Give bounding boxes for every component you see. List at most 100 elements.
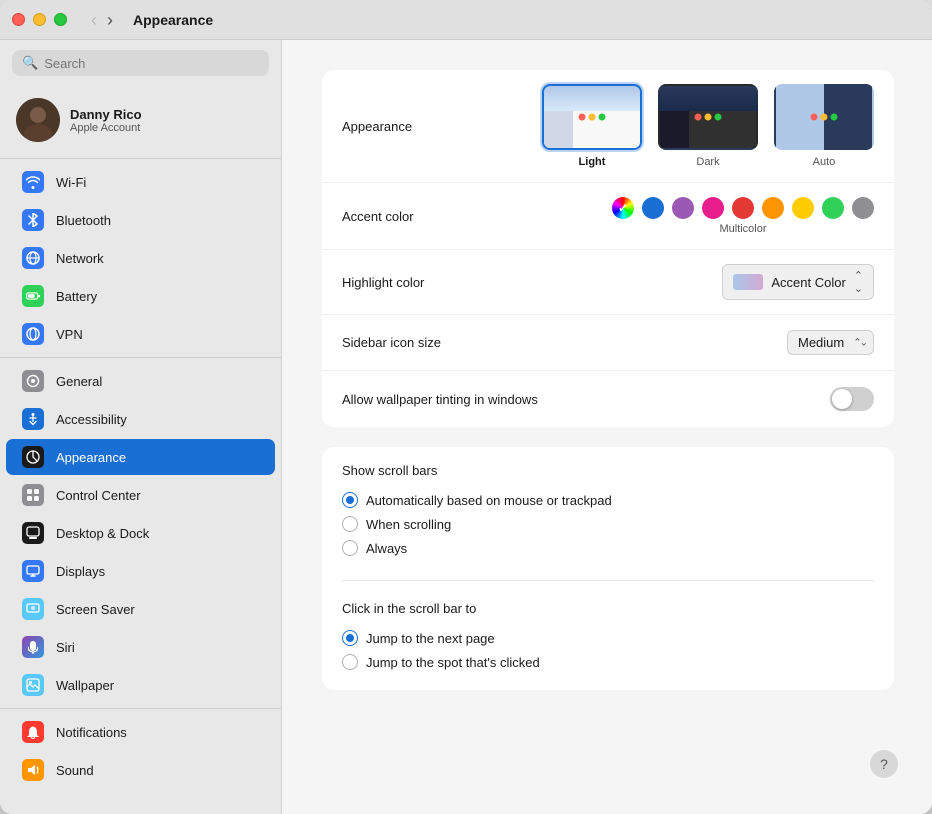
sidebar-item-wallpaper[interactable]: Wallpaper [6,667,275,703]
appearance-auto-option[interactable]: Auto [774,84,874,168]
accent-purple[interactable] [672,197,694,219]
show-scroll-bars-section: Show scroll bars Automatically based on … [322,447,894,576]
sidebar-item-wifi[interactable]: Wi-Fi [6,164,275,200]
accent-color-row: Accent color [322,183,894,250]
search-bar[interactable]: 🔍 [12,50,269,76]
auto-thumb [774,84,874,150]
scroll-when-scrolling-label: When scrolling [366,517,451,532]
dark-thumb [658,84,758,150]
main-content: Appearance [282,40,932,814]
sidebar-item-accessibility[interactable]: Accessibility [6,401,275,437]
scroll-when-scrolling-radio[interactable] [342,516,358,532]
accent-pink[interactable] [702,197,724,219]
window-title: Appearance [133,12,213,28]
sidebar-item-label-displays: Displays [56,564,105,579]
appearance-card: Appearance [322,70,894,427]
sidebar-item-label-battery: Battery [56,289,97,304]
sidebar-item-label-wifi: Wi-Fi [56,175,86,190]
sidebar-item-general[interactable]: General [6,363,275,399]
sidebar-item-label-wallpaper: Wallpaper [56,678,114,693]
accent-orange[interactable] [762,197,784,219]
main-wrapper: Appearance [282,40,932,814]
sidebar-icon-size-label: Sidebar icon size [342,335,542,350]
sidebar-item-appearance[interactable]: Appearance [6,439,275,475]
sidebar-item-sound[interactable]: Sound [6,752,275,788]
accessibility-icon [22,408,44,430]
sidebar-item-bluetooth[interactable]: Bluetooth [6,202,275,238]
sidebar-item-label-vpn: VPN [56,327,83,342]
scroll-always-option[interactable]: Always [342,536,874,560]
click-next-page-option[interactable]: Jump to the next page [342,626,874,650]
appearance-dark-option[interactable]: Dark [658,84,758,168]
sidebar-icon-size-select[interactable]: Small Medium Large [787,330,874,355]
appearance-light-option[interactable]: Light [542,84,642,168]
sidebar-item-label-desktopdock: Desktop & Dock [56,526,149,541]
accent-red[interactable] [732,197,754,219]
scroll-auto-radio[interactable] [342,492,358,508]
accent-color-control: Multicolor [542,197,874,235]
click-spot-radio[interactable] [342,654,358,670]
vpn-icon [22,323,44,345]
sidebar-divider-2 [0,357,281,358]
search-input[interactable] [44,56,259,71]
scroll-bars-card: Show scroll bars Automatically based on … [322,447,894,690]
scroll-auto-option[interactable]: Automatically based on mouse or trackpad [342,488,874,512]
highlight-color-control: Accent Color ⌃⌄ [542,264,874,300]
forward-button[interactable]: › [103,11,117,29]
minimize-button[interactable] [33,13,46,26]
user-subtitle: Apple Account [70,122,142,134]
accent-multicolor[interactable] [612,197,634,219]
highlight-color-label: Highlight color [342,275,542,290]
highlight-arrows-icon: ⌃⌄ [854,269,863,295]
titlebar: ‹ › Appearance [0,0,932,40]
sidebar-item-network[interactable]: Network [6,240,275,276]
accent-yellow[interactable] [792,197,814,219]
sidebar-icon-size-row: Sidebar icon size Small Medium Large [322,315,894,371]
click-scroll-label: Click in the scroll bar to [342,601,874,616]
sidebar-item-controlcenter[interactable]: Control Center [6,477,275,513]
scroll-always-label: Always [366,541,407,556]
accent-green[interactable] [822,197,844,219]
highlight-color-row: Highlight color Accent Color ⌃⌄ [322,250,894,315]
click-spot-option[interactable]: Jump to the spot that's clicked [342,650,874,674]
maximize-button[interactable] [54,13,67,26]
user-name: Danny Rico [70,107,142,122]
click-next-page-radio[interactable] [342,630,358,646]
accent-gray[interactable] [852,197,874,219]
sidebar: 🔍 Danny Rico Apple Account [0,40,282,814]
wallpaper-tinting-toggle[interactable] [830,387,874,411]
appearance-row-label: Appearance [342,119,542,134]
sidebar-item-notifications[interactable]: Notifications [6,714,275,750]
sidebar-item-desktopdock[interactable]: Desktop & Dock [6,515,275,551]
highlight-color-value: Accent Color [771,275,845,290]
sidebar-item-battery[interactable]: Battery [6,278,275,314]
sidebar-item-label-bluetooth: Bluetooth [56,213,111,228]
back-button[interactable]: ‹ [87,11,101,29]
wallpaper-icon [22,674,44,696]
sidebar-item-vpn[interactable]: VPN [6,316,275,352]
accent-blue[interactable] [642,197,664,219]
show-scroll-bars-label: Show scroll bars [342,463,874,478]
screensaver-icon [22,598,44,620]
sidebar-item-screensaver[interactable]: Screen Saver [6,591,275,627]
sidebar-divider-top [0,158,281,159]
sidebar-item-siri[interactable]: Siri [6,629,275,665]
dark-label: Dark [696,156,719,168]
highlight-color-picker[interactable]: Accent Color ⌃⌄ [722,264,874,300]
wallpaper-tinting-control [542,387,874,411]
scroll-when-scrolling-option[interactable]: When scrolling [342,512,874,536]
sidebar-icon-size-select-wrapper: Small Medium Large [787,330,874,355]
avatar [16,98,60,142]
light-thumb [542,84,642,150]
user-section[interactable]: Danny Rico Apple Account [0,86,281,154]
scroll-auto-label: Automatically based on mouse or trackpad [366,493,612,508]
accent-color-swatches [612,197,874,219]
appearance-icon [22,446,44,468]
scroll-always-radio[interactable] [342,540,358,556]
highlight-swatch [733,274,763,290]
accent-color-group: Multicolor [612,197,874,235]
sidebar-item-displays[interactable]: Displays [6,553,275,589]
accent-sublabel: Multicolor [719,223,766,235]
help-button[interactable]: ? [870,750,898,778]
close-button[interactable] [12,13,25,26]
